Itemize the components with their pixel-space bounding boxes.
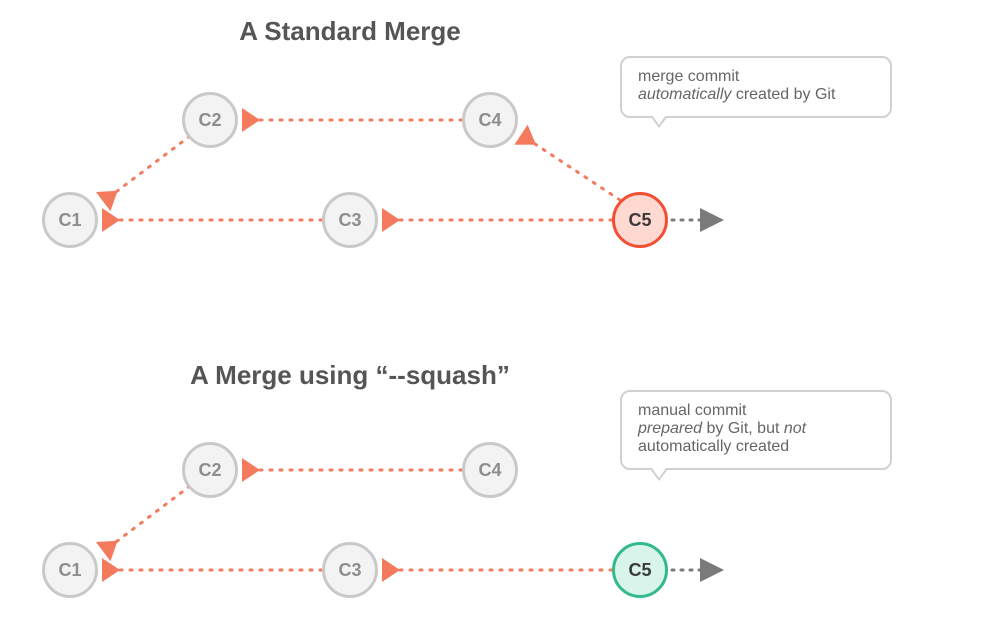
d2-callout-mid: by Git, but: [702, 420, 784, 437]
d2-commit-c1: C1: [42, 542, 98, 598]
d1-callout-line2: automatically created by Git: [638, 86, 874, 104]
d2-commit-c2: C2: [182, 442, 238, 498]
d2-callout-tail: [650, 469, 668, 481]
d2-callout-em1: prepared: [638, 420, 702, 437]
d1-commit-c5-merge: C5: [612, 192, 668, 248]
d2-commit-c5-squash: C5: [612, 542, 668, 598]
d2-callout-line1: manual commit: [638, 402, 874, 420]
d1-commit-c1: C1: [42, 192, 98, 248]
d2-commit-c4: C4: [462, 442, 518, 498]
d1-callout: merge commit automatically created by Gi…: [620, 56, 892, 118]
d2-callout-line2: prepared by Git, but not: [638, 420, 874, 438]
d1-callout-line1: merge commit: [638, 68, 874, 86]
d1-commit-c3: C3: [322, 192, 378, 248]
d2-commit-c3: C3: [322, 542, 378, 598]
d2-callout: manual commit prepared by Git, but not a…: [620, 390, 892, 470]
d1-callout-tail: [650, 116, 668, 128]
d1-commit-c4: C4: [462, 92, 518, 148]
d1-callout-em: automatically: [638, 86, 731, 103]
d2-callout-line3: automatically created: [638, 438, 874, 456]
d1-callout-suffix: created by Git: [731, 86, 835, 103]
d1-commit-c2: C2: [182, 92, 238, 148]
d2-callout-em2: not: [784, 420, 806, 437]
